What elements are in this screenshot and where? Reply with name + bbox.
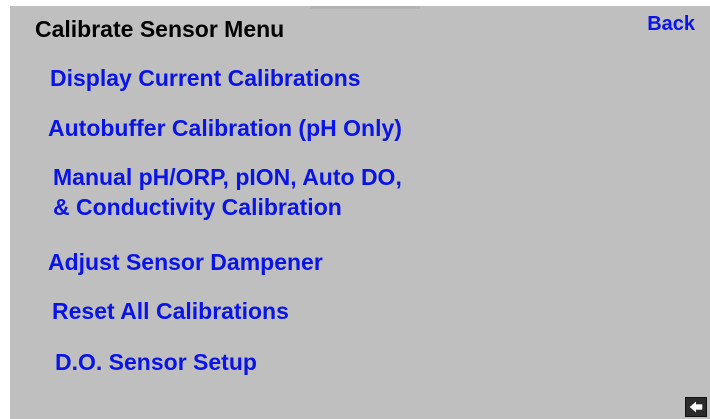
menu-item-reset-all-calibrations[interactable]: Reset All Calibrations xyxy=(52,296,289,326)
menu-item-manual-calibration-line2: & Conductivity Calibration xyxy=(53,194,342,220)
menu-item-autobuffer-calibration[interactable]: Autobuffer Calibration (pH Only) xyxy=(48,113,402,143)
calibrate-sensor-screen: Calibrate Sensor Menu Back Display Curre… xyxy=(10,6,710,419)
menu-item-display-current-calibrations[interactable]: Display Current Calibrations xyxy=(50,63,361,93)
top-divider xyxy=(310,6,420,9)
menu-item-manual-calibration-line1: Manual pH/ORP, pION, Auto DO, xyxy=(53,164,402,190)
menu-item-manual-calibration[interactable]: Manual pH/ORP, pION, Auto DO, & Conducti… xyxy=(53,162,402,222)
menu-item-adjust-sensor-dampener[interactable]: Adjust Sensor Dampener xyxy=(48,247,323,277)
menu-item-do-sensor-setup[interactable]: D.O. Sensor Setup xyxy=(55,347,257,377)
back-arrow-button[interactable] xyxy=(685,397,707,417)
arrow-left-icon xyxy=(689,401,703,413)
page-title: Calibrate Sensor Menu xyxy=(35,16,285,42)
back-button[interactable]: Back xyxy=(647,11,695,37)
